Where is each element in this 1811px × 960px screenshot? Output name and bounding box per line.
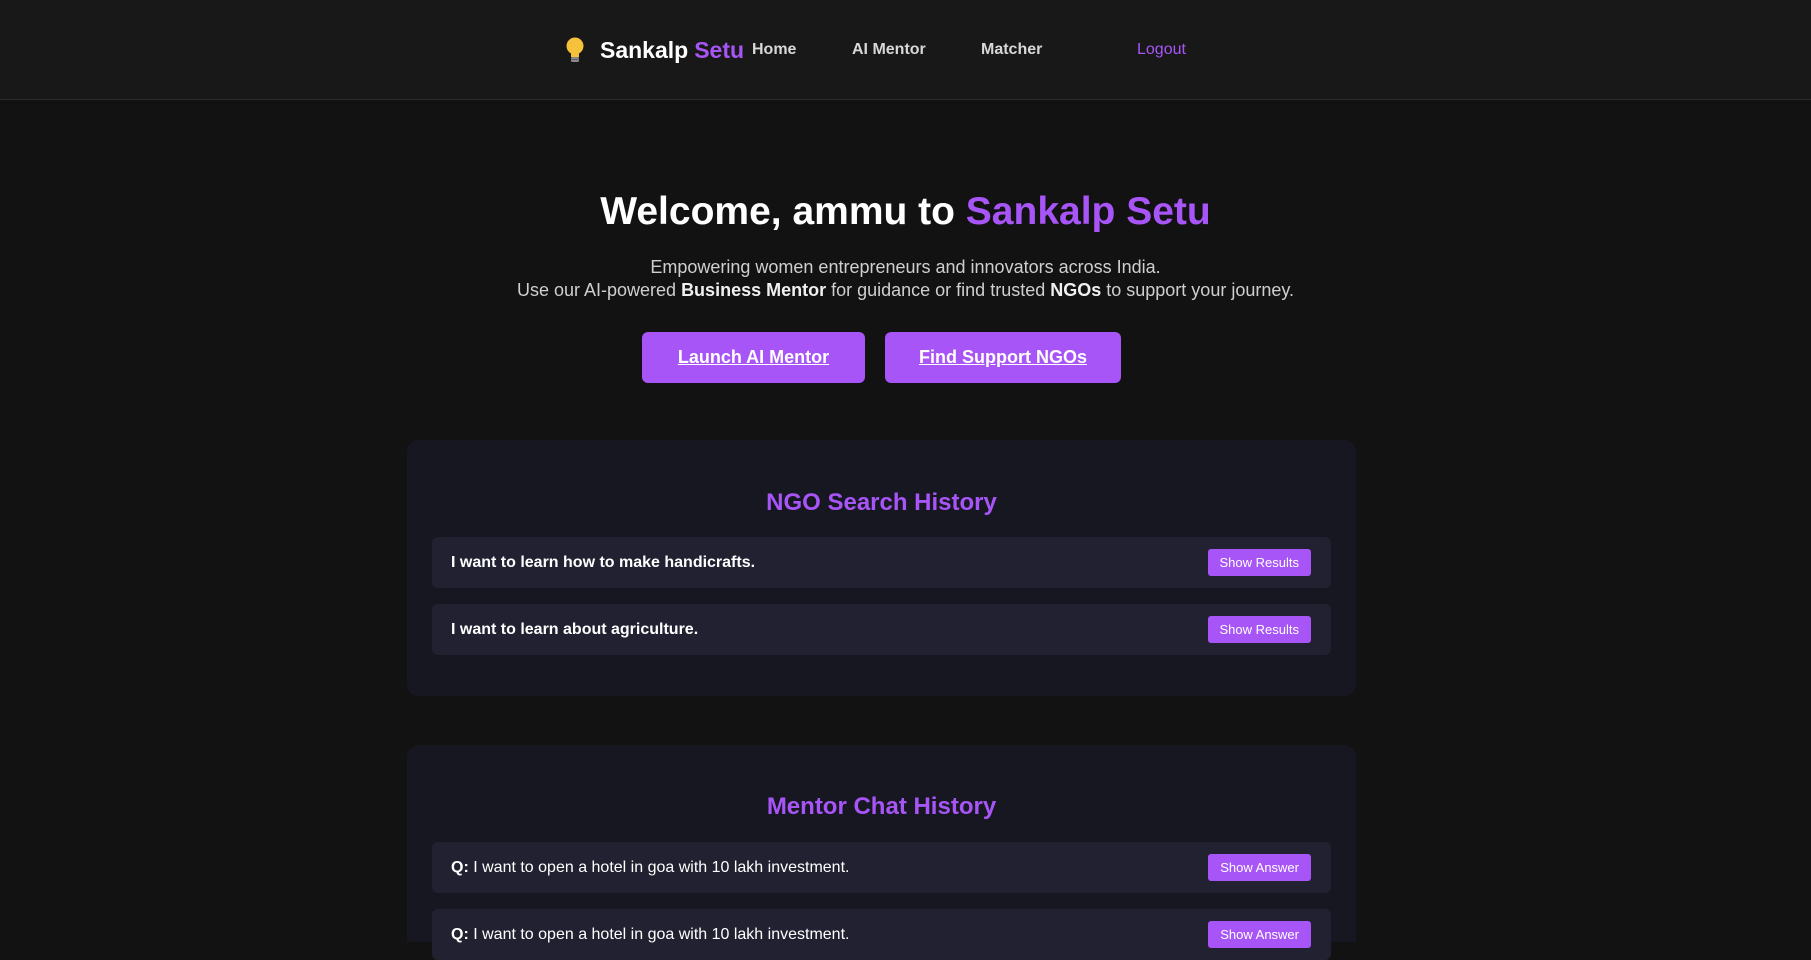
show-answer-button[interactable]: Show Answer	[1208, 921, 1311, 948]
mentor-chat-history-title: Mentor Chat History	[766, 793, 997, 820]
tagline-line-1: Empowering women entrepreneurs and innov…	[650, 257, 1161, 277]
tagline-business-mentor: Business Mentor	[681, 280, 827, 300]
tagline-text: Use our AI-powered	[516, 280, 682, 300]
list-item: Q: I want to open a hotel in goa with 10…	[432, 909, 1331, 960]
launch-ai-mentor-button[interactable]: Launch AI Mentor	[642, 332, 865, 383]
chat-question-text: Q: I want to open a hotel in goa with 10…	[451, 859, 849, 877]
question-text: I want to open a hotel in goa with 10 la…	[468, 859, 850, 876]
tagline-ngos: NGOs	[1050, 280, 1102, 300]
question-label: Q:	[451, 859, 469, 876]
show-results-button[interactable]: Show Results	[1207, 616, 1311, 643]
nav-ai-mentor-link[interactable]: AI Mentor	[852, 41, 926, 59]
list-item: I want to learn how to make handicrafts.…	[432, 537, 1331, 588]
lightbulb-icon	[566, 37, 584, 62]
brand-name-primary: Sankalp	[600, 36, 689, 63]
show-answer-button[interactable]: Show Answer	[1208, 854, 1311, 881]
brand-name-accent: Setu	[694, 36, 745, 63]
page-title-accent: Sankalp Setu	[965, 190, 1211, 233]
question-label: Q:	[451, 926, 469, 943]
list-item: Q: I want to open a hotel in goa with 10…	[432, 842, 1331, 893]
ngo-query-text: I want to learn about agriculture.	[451, 621, 699, 638]
list-item: I want to learn about agriculture. Show …	[432, 604, 1331, 655]
page-title-prefix: Welcome, ammu to	[600, 190, 966, 233]
ngo-query-text: I want to learn how to make handicrafts.	[451, 554, 756, 571]
ngo-history-card: NGO Search History I want to learn how t…	[407, 440, 1356, 696]
tagline-text: for guidance or find trusted	[826, 280, 1051, 300]
tagline-text: to support your journey.	[1101, 280, 1295, 300]
find-support-ngos-button[interactable]: Find Support NGOs	[885, 332, 1121, 383]
mentor-chat-history-card: Mentor Chat History Q: I want to open a …	[407, 745, 1356, 960]
ngo-history-title: NGO Search History	[766, 489, 997, 516]
nav-logout-link[interactable]: Logout	[1137, 41, 1186, 59]
tagline-line-2: Use our AI-powered Business Mentor for g…	[0, 280, 1811, 301]
navbar: Sankalp Setu Home AI Mentor Matcher Logo…	[0, 0, 1811, 100]
nav-home-link[interactable]: Home	[752, 41, 796, 59]
show-results-button[interactable]: Show Results	[1207, 549, 1311, 576]
nav-matcher-link[interactable]: Matcher	[981, 41, 1042, 59]
page-title: Welcome, ammu to Sankalp Setu	[0, 190, 1811, 234]
chat-question-text: Q: I want to open a hotel in goa with 10…	[451, 926, 849, 944]
brand-logo[interactable]: Sankalp Setu	[564, 36, 744, 64]
question-text: I want to open a hotel in goa with 10 la…	[468, 926, 850, 943]
